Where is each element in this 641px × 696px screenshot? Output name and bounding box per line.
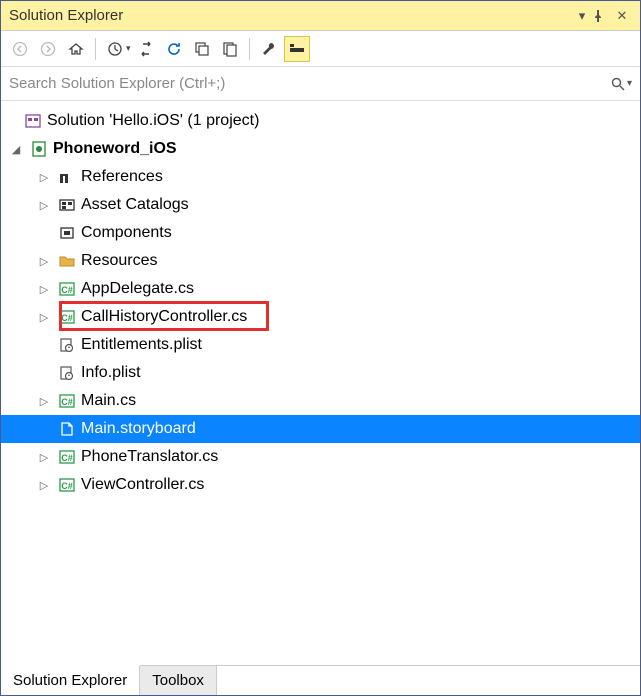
pin-icon[interactable] (592, 10, 612, 22)
expand-arrow-icon[interactable]: ▷ (37, 199, 51, 212)
tree-item[interactable]: Main.storyboard (1, 415, 640, 443)
tab-solution-explorer[interactable]: Solution Explorer (1, 665, 140, 695)
tree-item[interactable]: ▷ Resources (1, 247, 640, 275)
home-button[interactable] (63, 36, 89, 62)
tree-item[interactable]: ▷ C# ViewController.cs (1, 471, 640, 499)
refresh-button[interactable] (161, 36, 187, 62)
expand-arrow-icon[interactable]: ▷ (37, 283, 51, 296)
svg-text:C#: C# (61, 313, 73, 323)
tree-item[interactable]: ▷ C# PhoneTranslator.cs (1, 443, 640, 471)
csharp-icon: C# (57, 447, 77, 467)
tree-item[interactable]: Components (1, 219, 640, 247)
tree-item-label: ViewController.cs (81, 476, 204, 494)
expand-arrow-icon[interactable]: ▷ (37, 311, 51, 324)
sync-button[interactable] (133, 36, 159, 62)
close-icon[interactable]: ✕ (612, 8, 632, 24)
tree-item-label: AppDelegate.cs (81, 280, 194, 298)
tree-item-label: PhoneTranslator.cs (81, 448, 218, 466)
csharp-icon: C# (57, 279, 77, 299)
csharp-icon: C# (57, 391, 77, 411)
svg-text:C#: C# (61, 481, 73, 491)
svg-text:C#: C# (61, 397, 73, 407)
separator (249, 38, 250, 60)
expand-arrow-icon[interactable]: ◢ (9, 143, 23, 156)
tree-item[interactable]: ▷ Asset Catalogs (1, 191, 640, 219)
tree-item-label: Main.storyboard (81, 420, 196, 438)
back-button[interactable] (7, 36, 33, 62)
forward-button[interactable] (35, 36, 61, 62)
asset-catalogs-icon (57, 195, 77, 215)
history-button[interactable] (102, 36, 128, 62)
tree-item-label: Components (81, 224, 172, 242)
expand-arrow-icon[interactable]: ▷ (37, 395, 51, 408)
file-icon (57, 419, 77, 439)
expand-arrow-icon[interactable]: ▷ (37, 479, 51, 492)
plist-icon (57, 363, 77, 383)
tab-toolbox[interactable]: Toolbox (140, 666, 217, 695)
tree-item-label: Asset Catalogs (81, 196, 189, 214)
tree-item-label: Entitlements.plist (81, 336, 202, 354)
solution-icon (23, 111, 43, 131)
tree-item-label: Info.plist (81, 364, 141, 382)
solution-label: Solution 'Hello.iOS' (1 project) (47, 112, 259, 130)
searchbar: ▾ (1, 67, 640, 101)
titlebar-title: Solution Explorer (9, 7, 572, 24)
dropdown-arrow-icon[interactable]: ▾ (126, 43, 131, 54)
bottom-tabs: Solution Explorer Toolbox (1, 665, 640, 695)
svg-text:C#: C# (61, 453, 73, 463)
expand-arrow-icon[interactable]: ▷ (37, 171, 51, 184)
tree-item-label: References (81, 168, 163, 186)
tree-item[interactable]: Info.plist (1, 359, 640, 387)
search-icon[interactable] (611, 77, 625, 91)
tree-item[interactable]: ▷ C# Main.cs (1, 387, 640, 415)
references-icon (57, 167, 77, 187)
search-dropdown-icon[interactable]: ▾ (627, 78, 632, 89)
tree-item[interactable]: ▷ References (1, 163, 640, 191)
tree-item-label: Resources (81, 252, 157, 270)
project-label: Phoneword_iOS (53, 140, 177, 158)
tree-item-label: Main.cs (81, 392, 136, 410)
separator (95, 38, 96, 60)
search-input[interactable] (9, 75, 611, 92)
titlebar: Solution Explorer ▾ ✕ (1, 1, 640, 31)
svg-text:C#: C# (61, 285, 73, 295)
show-all-files-button[interactable] (217, 36, 243, 62)
toolbar: ▾ (1, 31, 640, 67)
csharp-icon: C# (57, 307, 77, 327)
project-node[interactable]: ◢ Phoneword_iOS (1, 135, 640, 163)
tree-item[interactable]: Entitlements.plist (1, 331, 640, 359)
solution-tree-wrap: Solution 'Hello.iOS' (1 project) ◢ Phone… (1, 101, 640, 665)
expand-arrow-icon[interactable]: ▷ (37, 451, 51, 464)
tree-item[interactable]: ▷ C# CallHistoryController.cs (1, 303, 640, 331)
components-icon (57, 223, 77, 243)
tree-item[interactable]: ▷ C# AppDelegate.cs (1, 275, 640, 303)
plist-icon (57, 335, 77, 355)
tree-item-label: CallHistoryController.cs (81, 308, 247, 326)
folder-icon (57, 251, 77, 271)
csharp-icon: C# (57, 475, 77, 495)
window-options-icon[interactable]: ▾ (572, 8, 592, 24)
solution-node[interactable]: Solution 'Hello.iOS' (1 project) (1, 107, 640, 135)
project-icon (29, 139, 49, 159)
collapse-all-button[interactable] (189, 36, 215, 62)
properties-button[interactable] (256, 36, 282, 62)
expand-arrow-icon[interactable]: ▷ (37, 255, 51, 268)
preview-button[interactable] (284, 36, 310, 62)
solution-tree[interactable]: Solution 'Hello.iOS' (1 project) ◢ Phone… (1, 101, 640, 665)
